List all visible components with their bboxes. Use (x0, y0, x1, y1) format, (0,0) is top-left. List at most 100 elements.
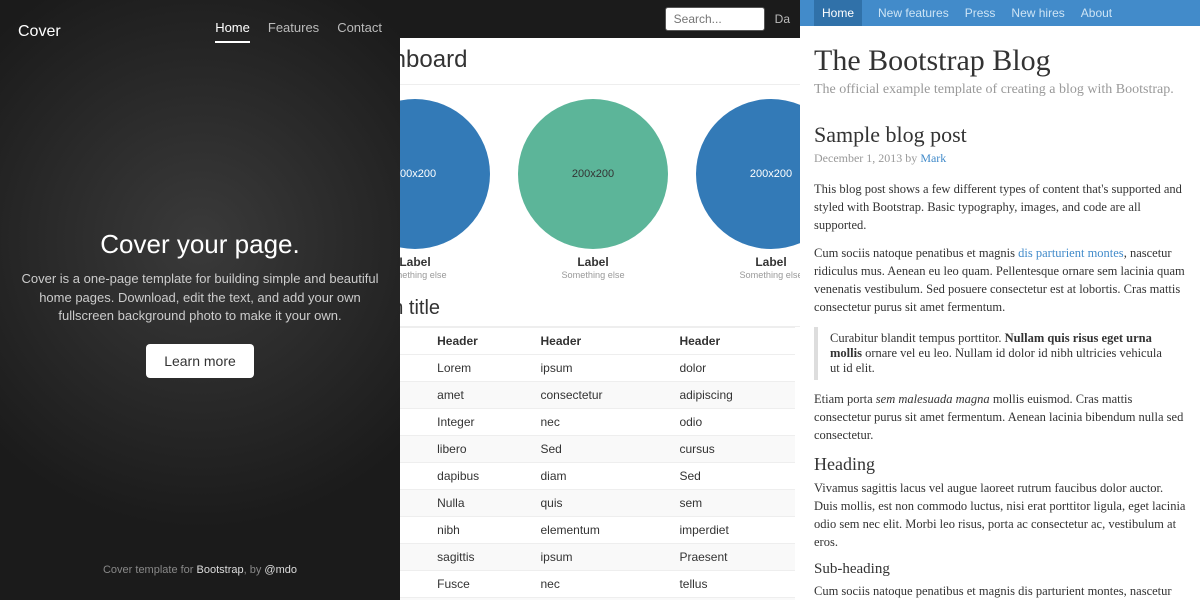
post-author-link[interactable]: Mark (920, 151, 946, 165)
table-cell: nec (532, 571, 671, 598)
cover-panel: Cover Home Features Contact Cover your p… (0, 0, 400, 600)
dashboard-body: Dashboard 200x200 Label Something else 2… (400, 38, 800, 600)
table-row: 001Loremipsumdolor (400, 355, 795, 382)
table-header: Header (532, 328, 671, 355)
cover-nav-home[interactable]: Home (215, 20, 250, 43)
cover-nav-features[interactable]: Features (268, 20, 319, 43)
cover-footer-author[interactable]: @mdo (264, 564, 297, 576)
table-row: 002ametconsecteturadipiscing (400, 382, 795, 409)
table-cell: Lorem (429, 355, 532, 382)
circle-placeholder: 200x200 (696, 99, 800, 249)
table-cell: 006 (400, 517, 429, 544)
circle-label: Label (691, 255, 800, 269)
table-cell: 008 (400, 571, 429, 598)
table-cell: diam (532, 463, 671, 490)
table-cell: 002 (400, 382, 429, 409)
table-cell: libero (429, 436, 532, 463)
blog-nav: Home New features Press New hires About (800, 0, 1200, 26)
post-inline-link[interactable]: dis parturient montes (1018, 246, 1124, 260)
cover-headline: Cover your page. (100, 229, 299, 260)
learn-more-button[interactable]: Learn more (146, 344, 254, 378)
table-cell: Sed (671, 463, 795, 490)
cover-nav-links: Home Features Contact (215, 20, 382, 43)
table-cell: sem (671, 490, 795, 517)
table-cell: cursus (671, 436, 795, 463)
circle-placeholder: 200x200 (518, 99, 668, 249)
data-table: Header Header Header 001Loremipsumdolor0… (400, 327, 795, 600)
table-cell: dolor (671, 355, 795, 382)
cover-nav-contact[interactable]: Contact (337, 20, 382, 43)
table-cell: ipsum (532, 544, 671, 571)
post-subheading: Sub-heading (814, 561, 1186, 578)
table-row: 004dapibusdiamSed (400, 463, 795, 490)
post-meta: December 1, 2013 by Mark (814, 150, 1186, 167)
table-cell: 004 (400, 463, 429, 490)
table-cell: 001 (400, 355, 429, 382)
table-cell: sagittis (429, 544, 532, 571)
cover-lead: Cover is a one-page template for buildin… (18, 270, 382, 327)
table-row: 005Nullaquissem (400, 490, 795, 517)
table-cell: 007 (400, 544, 429, 571)
circle-placeholder: 200x200 (400, 99, 490, 249)
post-blockquote: Curabitur blandit tempus porttitor. Null… (814, 327, 1186, 380)
dashboard-topbar: Da (400, 0, 800, 38)
cover-main: Cover your page. Cover is a one-page tem… (0, 43, 400, 564)
table-row: 003liberoSedcursus (400, 436, 795, 463)
blog-body: The Bootstrap Blog The official example … (800, 26, 1200, 600)
table-cell: Nulla (429, 490, 532, 517)
table-header (400, 328, 429, 355)
post-p1: This blog post shows a few different typ… (814, 180, 1186, 234)
table-cell: Fusce (429, 571, 532, 598)
table-row: 008Fuscenectellus (400, 571, 795, 598)
post-title: Sample blog post (814, 116, 1186, 148)
table-cell: tellus (671, 571, 795, 598)
blog-title: The Bootstrap Blog (814, 44, 1186, 78)
dashboard-top-link[interactable]: Da (775, 12, 790, 26)
cover-footer-link[interactable]: Bootstrap (197, 564, 244, 576)
post-p4: Vivamus sagittis lacus vel augue laoreet… (814, 479, 1186, 552)
table-cell: 003 (400, 409, 429, 436)
cover-nav: Cover Home Features Contact (0, 0, 400, 43)
table-row: 007sagittisipsumPraesent (400, 544, 795, 571)
table-cell: imperdiet (671, 517, 795, 544)
blog-nav-press[interactable]: Press (965, 6, 996, 20)
blog-subtitle: The official example template of creatin… (814, 80, 1186, 100)
blog-nav-home[interactable]: Home (814, 0, 862, 26)
circle-item: 200x200 Label Something else (691, 99, 800, 281)
table-cell: odio (671, 409, 795, 436)
blog-nav-newfeat[interactable]: New features (878, 6, 949, 20)
circle-label: Label (513, 255, 673, 269)
circle-item: 200x200 Label Something else (400, 99, 495, 281)
table-cell: quis (532, 490, 671, 517)
table-cell: Integer (429, 409, 532, 436)
dashboard-circles: 200x200 Label Something else 200x200 Lab… (400, 85, 800, 289)
table-cell: 005 (400, 490, 429, 517)
table-cell: Praesent (671, 544, 795, 571)
dashboard-panel: Da Dashboard 200x200 Label Something els… (400, 0, 800, 600)
table-cell: ipsum (532, 355, 671, 382)
circle-sub: Something else (561, 270, 624, 280)
section-title: ection title (400, 289, 800, 327)
search-input[interactable] (665, 7, 765, 31)
table-cell: 003 (400, 436, 429, 463)
table-cell: dapibus (429, 463, 532, 490)
table-header-row: Header Header Header (400, 328, 795, 355)
table-cell: nec (532, 409, 671, 436)
dashboard-title: Dashboard (400, 38, 800, 85)
table-row: 003Integernecodio (400, 409, 795, 436)
blog-nav-newhires[interactable]: New hires (1011, 6, 1064, 20)
table-cell: amet (429, 382, 532, 409)
blog-nav-about[interactable]: About (1081, 6, 1112, 20)
table-cell: nibh (429, 517, 532, 544)
table-header: Header (671, 328, 795, 355)
cover-footer: Cover template for Bootstrap, by @mdo (0, 564, 400, 600)
table-cell: elementum (532, 517, 671, 544)
blog-panel: Home New features Press New hires About … (800, 0, 1200, 600)
post-p5: Cum sociis natoque penatibus et magnis d… (814, 582, 1186, 600)
post-p3: Etiam porta sem malesuada magna mollis e… (814, 390, 1186, 444)
table-cell: adipiscing (671, 382, 795, 409)
circle-label: Label (400, 255, 495, 269)
post-p2: Cum sociis natoque penatibus et magnis d… (814, 244, 1186, 317)
table-row: 006nibhelementumimperdiet (400, 517, 795, 544)
circle-sub: Something else (739, 270, 800, 280)
